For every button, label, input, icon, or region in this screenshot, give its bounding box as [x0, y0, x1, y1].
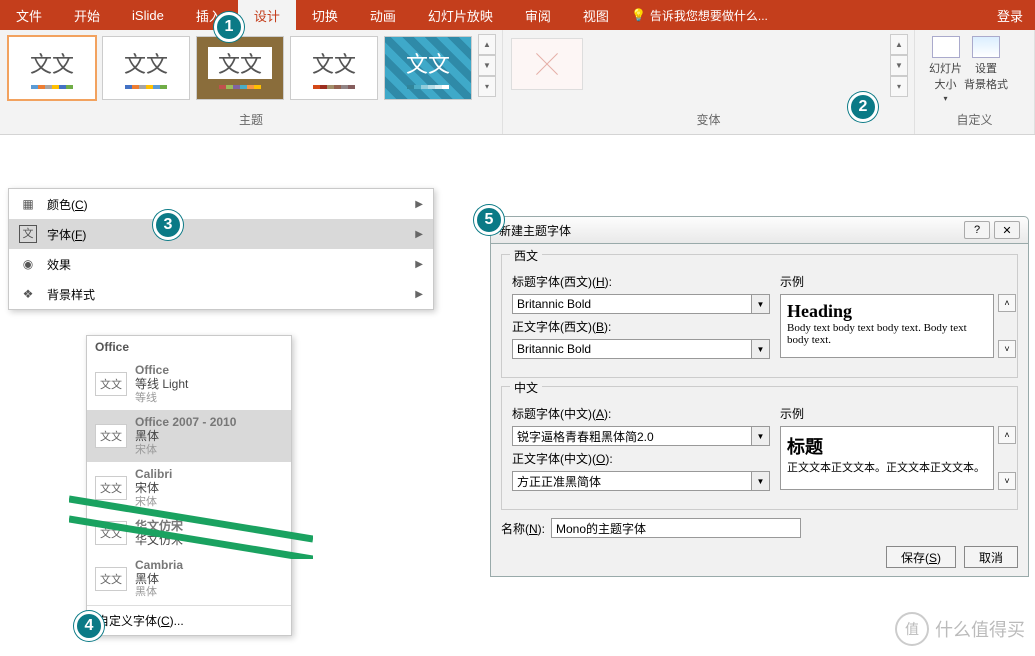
font-list-header: Office	[87, 336, 291, 358]
theme-thumb[interactable]: 文文	[102, 36, 190, 100]
theme-font-dropdown: Office 文文Office等线 Light等线 文文Office 2007 …	[86, 335, 292, 636]
preview-down[interactable]: ˅	[998, 472, 1016, 490]
font-option[interactable]: 文文Calibri宋体宋体	[87, 462, 291, 514]
background-icon: ❖	[19, 285, 37, 303]
latin-heading-font-input[interactable]	[512, 294, 752, 314]
theme-thumb[interactable]: 文文	[384, 36, 472, 100]
new-theme-font-dialog: 新建主题字体 ? ✕ 西文 标题字体(西文)(H): ▼ 正文字体(西文)(B)…	[490, 216, 1029, 577]
callout-badge-1: 1	[214, 12, 244, 42]
menu-item-effects[interactable]: ◉ 效果 ▶	[9, 249, 433, 279]
tab-view[interactable]: 视图	[567, 0, 625, 31]
slide-size-icon	[932, 36, 960, 58]
format-background-button[interactable]: 设置 背景格式	[964, 36, 1008, 92]
cjk-heading-font-input[interactable]	[512, 426, 752, 446]
chevron-down-icon: ▾	[943, 94, 947, 103]
menu-item-background[interactable]: ❖ 背景样式 ▶	[9, 279, 433, 309]
theme-thumb[interactable]: 文文	[8, 36, 96, 100]
theme-name-input[interactable]	[551, 518, 801, 538]
variant-more[interactable]: ▾	[890, 76, 908, 97]
tab-home[interactable]: 开始	[58, 0, 116, 31]
help-button[interactable]: ?	[964, 221, 990, 239]
variant-scroll-down[interactable]: ▼	[890, 55, 908, 76]
chevron-right-icon: ▶	[415, 199, 423, 210]
callout-badge-5: 5	[474, 205, 504, 235]
menu-item-colors[interactable]: ▦ 颜色(C) ▶	[9, 189, 433, 219]
ribbon-content: 文文 文文 文文 文文 文文 ▲ ▼ ▾ 主题 ▲ ▼ ▾ 变体 幻灯片 大	[0, 30, 1035, 135]
cancel-button[interactable]: 取消	[964, 546, 1018, 568]
dropdown-button[interactable]: ▼	[752, 471, 770, 491]
group-label-cjk: 中文	[510, 379, 542, 396]
tell-me-search[interactable]: 💡告诉我您想要做什么...	[625, 1, 774, 30]
sample-label: 示例	[780, 273, 1016, 290]
chevron-right-icon: ▶	[415, 259, 423, 270]
dialog-title-text: 新建主题字体	[499, 222, 571, 239]
dropdown-button[interactable]: ▼	[752, 426, 770, 446]
tab-review[interactable]: 审阅	[509, 0, 567, 31]
save-button[interactable]: 保存(S)	[886, 546, 956, 568]
customize-fonts-item[interactable]: 自定义字体(C)...	[87, 605, 291, 635]
preview-down[interactable]: ˅	[998, 340, 1016, 358]
lightbulb-icon: 💡	[631, 8, 646, 22]
slide-size-button[interactable]: 幻灯片 大小▾	[929, 36, 962, 103]
preview-up[interactable]: ˄	[998, 294, 1016, 312]
tab-islide[interactable]: iSlide	[116, 2, 180, 29]
callout-badge-4: 4	[74, 611, 104, 641]
menu-item-fonts[interactable]: 文 字体(F) ▶	[9, 219, 433, 249]
ribbon-tabs: 文件 开始 iSlide 插入 设计 切换 动画 幻灯片放映 审阅 视图 💡告诉…	[0, 0, 1035, 30]
group-label-custom: 自定义	[921, 109, 1028, 130]
cjk-body-font-input[interactable]	[512, 471, 752, 491]
preview-up[interactable]: ˄	[998, 426, 1016, 444]
dropdown-button[interactable]: ▼	[752, 294, 770, 314]
variant-thumb[interactable]	[511, 38, 583, 90]
cjk-preview: 标题 正文文本正文文本。正文文本正文文本。	[780, 426, 994, 490]
palette-icon: ▦	[19, 195, 37, 213]
tab-file[interactable]: 文件	[0, 0, 58, 31]
variant-scroll-up[interactable]: ▲	[890, 34, 908, 55]
close-button[interactable]: ✕	[994, 221, 1020, 239]
theme-thumb[interactable]: 文文	[290, 36, 378, 100]
font-option[interactable]: 文文Office等线 Light等线	[87, 358, 291, 410]
format-bg-icon	[972, 36, 1000, 58]
chevron-right-icon: ▶	[415, 229, 423, 240]
tab-design[interactable]: 设计	[238, 0, 296, 31]
variants-context-menu: ▦ 颜色(C) ▶ 文 字体(F) ▶ ◉ 效果 ▶ ❖ 背景样式 ▶	[8, 188, 434, 310]
callout-badge-3: 3	[153, 210, 183, 240]
effects-icon: ◉	[19, 255, 37, 273]
font-option[interactable]: 文文Cambria黑体黑体	[87, 553, 291, 605]
latin-body-font-input[interactable]	[512, 339, 752, 359]
gallery-scroll-up[interactable]: ▲	[478, 34, 496, 55]
sample-label: 示例	[780, 405, 1016, 422]
watermark-icon: 值	[895, 612, 929, 646]
latin-preview: Heading Body text body text body text. B…	[780, 294, 994, 358]
gallery-more[interactable]: ▾	[478, 76, 496, 97]
dropdown-button[interactable]: ▼	[752, 339, 770, 359]
callout-badge-2: 2	[848, 92, 878, 122]
watermark: 值 什么值得买	[895, 612, 1025, 646]
font-option[interactable]: 文文华文仿宋华文仿宋	[87, 514, 291, 553]
chevron-right-icon: ▶	[415, 289, 423, 300]
login-link[interactable]: 登录	[997, 6, 1023, 25]
tab-slideshow[interactable]: 幻灯片放映	[412, 0, 509, 31]
gallery-scroll-down[interactable]: ▼	[478, 55, 496, 76]
tab-transitions[interactable]: 切换	[296, 0, 354, 31]
font-option[interactable]: 文文Office 2007 - 2010黑体宋体	[87, 410, 291, 462]
font-icon: 文	[19, 225, 37, 243]
tab-animations[interactable]: 动画	[354, 0, 412, 31]
group-label-themes: 主题	[6, 109, 496, 130]
group-label-latin: 西文	[510, 247, 542, 264]
theme-thumb[interactable]: 文文	[196, 36, 284, 100]
